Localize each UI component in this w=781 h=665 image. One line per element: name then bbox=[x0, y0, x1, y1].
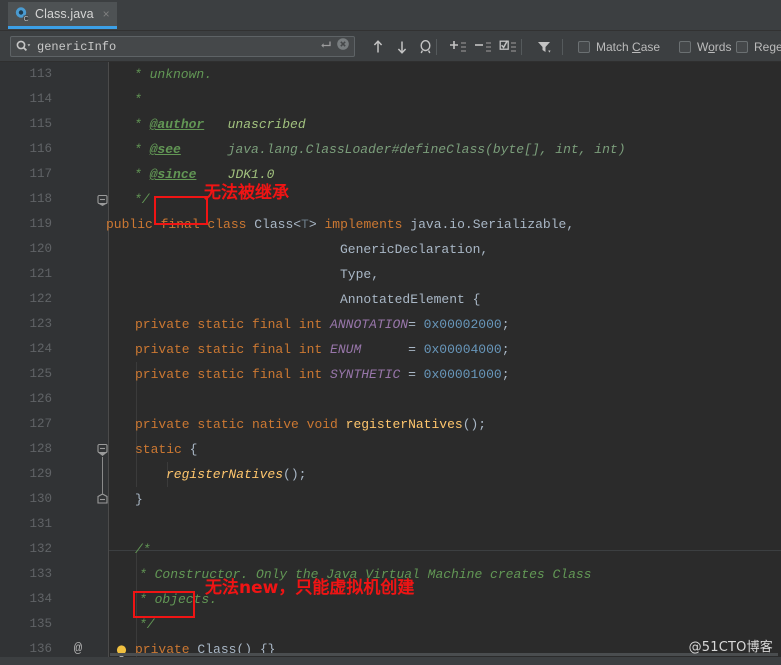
checkbox-box bbox=[578, 40, 590, 53]
line-number: 117 bbox=[29, 167, 52, 181]
line-number: 125 bbox=[29, 367, 52, 381]
line-number: 130 bbox=[29, 492, 52, 506]
line-number: 131 bbox=[29, 517, 52, 531]
line-number: 128 bbox=[29, 442, 52, 456]
words-checkbox[interactable]: Words bbox=[679, 38, 731, 55]
regex-label: Rege bbox=[754, 39, 781, 54]
regex-checkbox[interactable]: Rege bbox=[736, 38, 781, 55]
line-number: 124 bbox=[29, 342, 52, 356]
note-cannot-be-inherited: 无法被继承 bbox=[204, 183, 289, 203]
fold-end-icon[interactable] bbox=[96, 193, 109, 211]
checkbox-box bbox=[679, 40, 691, 53]
svg-text:C: C bbox=[24, 16, 29, 22]
line-number: 118 bbox=[29, 192, 52, 206]
toolbar-separator bbox=[562, 39, 563, 55]
line-number: 115 bbox=[29, 117, 52, 131]
line-number: 132 bbox=[29, 542, 52, 556]
remove-occurrence-button[interactable] bbox=[473, 36, 495, 57]
editor-tab-label: Class.java bbox=[35, 7, 94, 21]
line-number: 136 bbox=[29, 642, 52, 656]
line-number: 122 bbox=[29, 292, 52, 306]
line-number: 127 bbox=[29, 417, 52, 431]
find-previous-button[interactable] bbox=[367, 36, 389, 57]
editor-tab-bar: C Class.java × bbox=[0, 0, 781, 31]
code-editor[interactable]: 113 114 115 116 117 118 119 120 121 122 … bbox=[0, 62, 781, 657]
line-number: 120 bbox=[29, 242, 52, 256]
line-number: 116 bbox=[29, 142, 52, 156]
method-separator bbox=[109, 550, 781, 551]
words-label: Words bbox=[697, 39, 732, 54]
chevron-down-icon bbox=[27, 44, 31, 47]
line-number: 123 bbox=[29, 317, 52, 331]
line-number: 113 bbox=[29, 67, 52, 81]
match-case-checkbox[interactable]: Match Case bbox=[578, 38, 660, 55]
line-number-gutter: 113 114 115 116 117 118 119 120 121 122 … bbox=[0, 62, 60, 657]
select-all-occurrences-button[interactable] bbox=[498, 36, 520, 57]
search-input[interactable]: genericInfo bbox=[10, 36, 355, 57]
find-toolbar: genericInfo Match Case Words Rege bbox=[0, 31, 781, 62]
line-number: 121 bbox=[29, 267, 52, 281]
clear-circle-icon[interactable] bbox=[336, 37, 350, 56]
match-case-label: Match Case bbox=[596, 39, 661, 54]
editor-tab-class-java[interactable]: C Class.java × bbox=[8, 2, 117, 29]
find-next-button[interactable] bbox=[391, 36, 413, 57]
line-number: 134 bbox=[29, 592, 52, 606]
find-all-button[interactable] bbox=[415, 36, 437, 57]
line-number: 129 bbox=[29, 467, 52, 481]
indent-guide bbox=[136, 387, 137, 412]
idea-editor-window: C Class.java × genericInfo Match Case Wo… bbox=[0, 0, 781, 665]
fold-connector-line bbox=[102, 457, 103, 495]
add-occurrence-button[interactable] bbox=[448, 36, 470, 57]
toolbar-separator bbox=[521, 39, 522, 55]
enter-key-icon[interactable] bbox=[319, 38, 332, 56]
line-number: 126 bbox=[29, 392, 52, 406]
fold-end-icon[interactable] bbox=[96, 493, 109, 511]
checkbox-box bbox=[736, 40, 748, 53]
annotation-marker-at[interactable]: @ bbox=[68, 637, 88, 657]
java-class-icon: C bbox=[14, 6, 30, 23]
toolbar-separator bbox=[436, 39, 437, 55]
status-bar bbox=[0, 657, 781, 665]
line-number: 133 bbox=[29, 567, 52, 581]
line-number: 135 bbox=[29, 617, 52, 631]
close-icon[interactable]: × bbox=[103, 8, 110, 20]
code-folding-gutter[interactable] bbox=[97, 62, 109, 657]
line-number: 114 bbox=[29, 92, 52, 106]
horizontal-scrollbar[interactable] bbox=[110, 653, 778, 656]
line-number: 119 bbox=[29, 217, 52, 231]
search-input-value: genericInfo bbox=[37, 39, 117, 54]
note-cannot-new: 无法new，只能虚拟机创建 bbox=[205, 578, 415, 598]
annotation-gutter[interactable]: @ bbox=[60, 62, 97, 657]
code-text-area[interactable]: * unknown. * * @author unascribed * @see… bbox=[106, 62, 781, 657]
watermark: @51CTO博客 bbox=[688, 640, 773, 655]
search-icon[interactable] bbox=[16, 40, 31, 53]
filter-button[interactable] bbox=[534, 36, 556, 57]
